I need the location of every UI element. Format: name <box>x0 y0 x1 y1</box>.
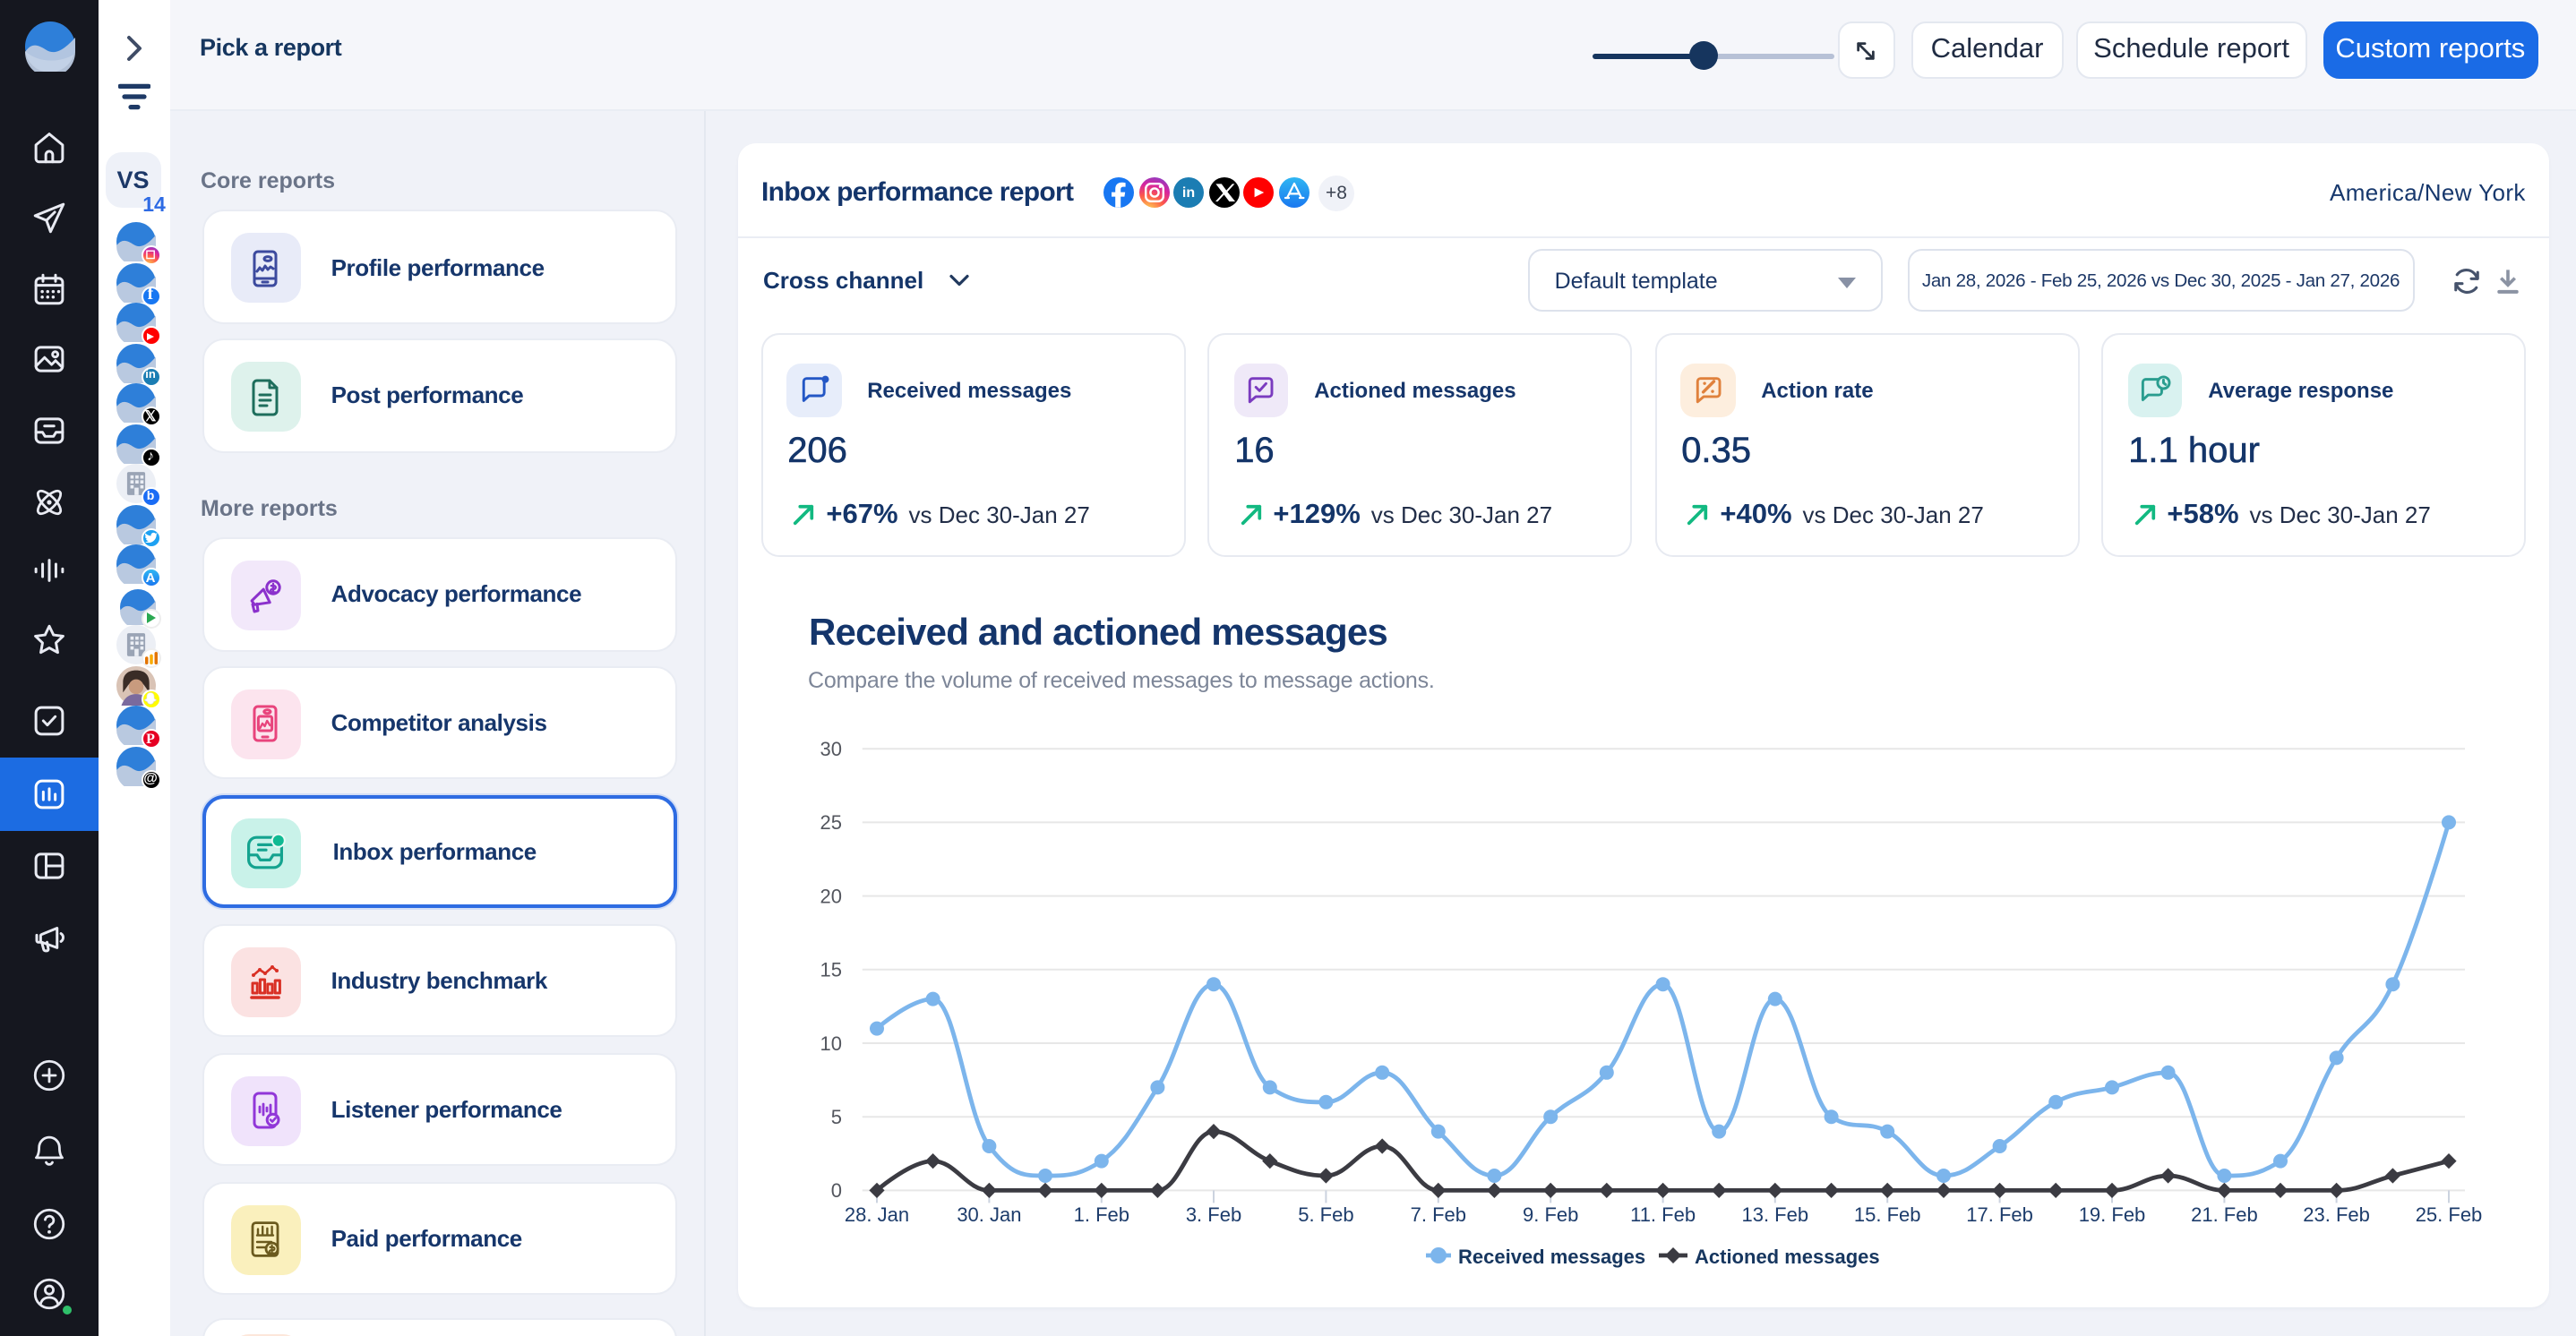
svg-text:1. Feb: 1. Feb <box>1074 1203 1129 1226</box>
svg-text:3. Feb: 3. Feb <box>1186 1203 1241 1226</box>
svg-text:5. Feb: 5. Feb <box>1298 1203 1353 1226</box>
svg-text:Actioned messages: Actioned messages <box>1695 1246 1880 1268</box>
svg-text:15. Feb: 15. Feb <box>1854 1203 1921 1226</box>
svg-text:25. Feb: 25. Feb <box>2416 1203 2483 1226</box>
svg-text:11. Feb: 11. Feb <box>1630 1203 1696 1226</box>
svg-text:13. Feb: 13. Feb <box>1741 1203 1808 1226</box>
svg-text:20: 20 <box>820 885 842 907</box>
svg-text:23. Feb: 23. Feb <box>2303 1203 2370 1226</box>
svg-text:0: 0 <box>831 1179 842 1202</box>
svg-text:30. Jan: 30. Jan <box>957 1203 1021 1226</box>
svg-text:9. Feb: 9. Feb <box>1523 1203 1578 1226</box>
svg-text:25: 25 <box>820 811 842 834</box>
svg-text:Received messages: Received messages <box>1458 1246 1645 1268</box>
svg-text:21. Feb: 21. Feb <box>2191 1203 2258 1226</box>
svg-text:17. Feb: 17. Feb <box>1966 1203 2033 1226</box>
svg-text:30: 30 <box>820 738 842 760</box>
svg-text:10: 10 <box>820 1032 842 1055</box>
svg-text:28. Jan: 28. Jan <box>845 1203 909 1226</box>
svg-text:7. Feb: 7. Feb <box>1411 1203 1466 1226</box>
svg-text:5: 5 <box>831 1106 842 1128</box>
svg-text:15: 15 <box>820 959 842 981</box>
svg-text:19. Feb: 19. Feb <box>2079 1203 2146 1226</box>
